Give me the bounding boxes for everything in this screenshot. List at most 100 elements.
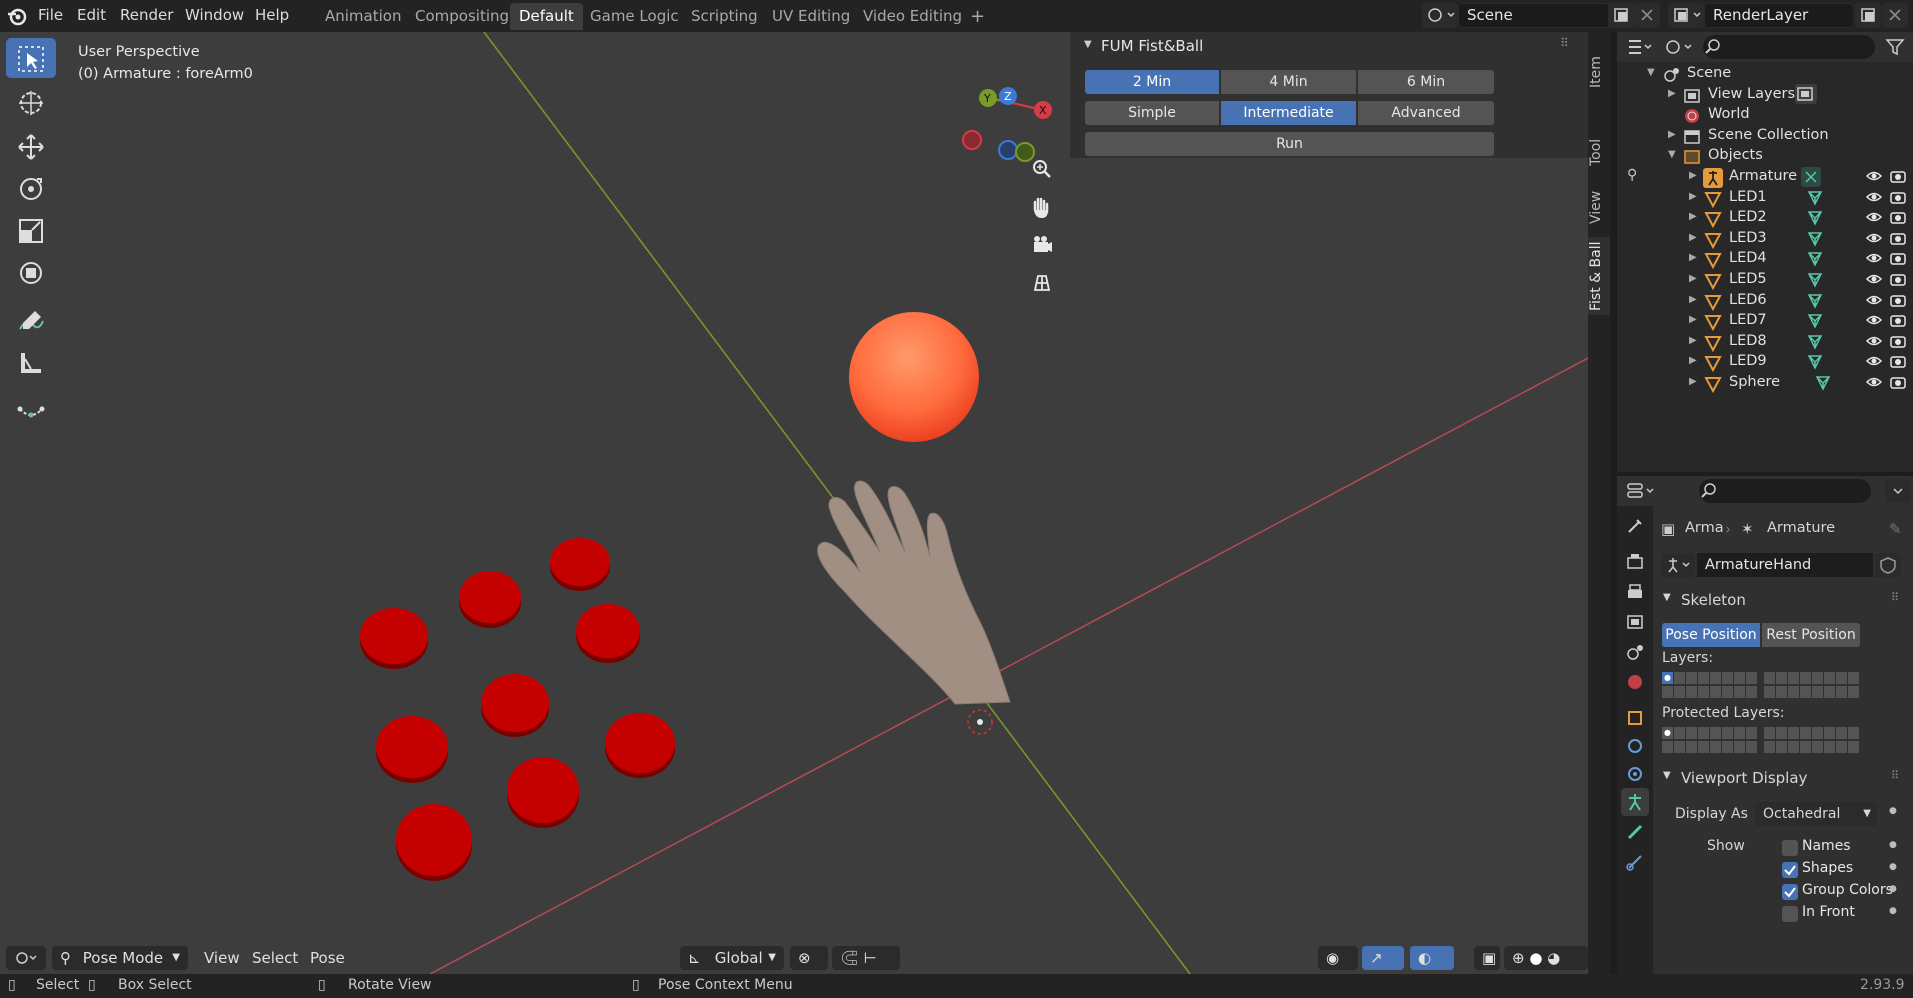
protected-layers-grid[interactable]: ● xyxy=(1662,727,1859,757)
collapse-triangle-icon[interactable]: ▼ xyxy=(1084,39,1092,50)
menu-select[interactable]: Select xyxy=(244,946,306,970)
layer-toggle[interactable] xyxy=(1722,741,1733,753)
material-shading-icon[interactable]: ◕ xyxy=(1547,949,1560,967)
layer-toggle[interactable] xyxy=(1698,686,1709,698)
filter-icon[interactable] xyxy=(1883,35,1909,59)
properties-editor-type-icon[interactable] xyxy=(1623,479,1659,503)
layer-toggle[interactable] xyxy=(1788,686,1799,698)
layer-toggle[interactable] xyxy=(1698,727,1709,739)
tab-game-logic[interactable]: Game Logic xyxy=(581,3,688,30)
mesh-data-icon[interactable] xyxy=(1805,208,1825,228)
expand-triangle-icon[interactable]: ▶ xyxy=(1689,314,1697,325)
expand-triangle-icon[interactable]: ▼ xyxy=(1647,67,1655,78)
annotate-tool[interactable] xyxy=(6,300,56,340)
measure-tool[interactable] xyxy=(6,342,56,382)
skeleton-panel-header[interactable]: ▼ Skeleton ⠿ xyxy=(1657,586,1913,616)
physics-properties-tab[interactable] xyxy=(1621,760,1649,788)
layer-toggle[interactable] xyxy=(1800,727,1811,739)
mesh-data-icon[interactable] xyxy=(1805,332,1825,352)
overlays-icon[interactable]: ◐ xyxy=(1410,946,1454,970)
duration-4min-button[interactable]: 4 Min xyxy=(1221,70,1356,94)
rest-position-button[interactable]: Rest Position xyxy=(1762,623,1860,647)
layer-toggle[interactable] xyxy=(1698,672,1709,684)
add-workspace-button[interactable]: + xyxy=(961,3,994,30)
layer-toggle[interactable] xyxy=(1734,741,1745,753)
layer-toggle[interactable] xyxy=(1776,672,1787,684)
layer-toggle[interactable] xyxy=(1836,672,1847,684)
layer-toggle[interactable] xyxy=(1824,686,1835,698)
layer-toggle[interactable] xyxy=(1776,727,1787,739)
layer-toggle[interactable] xyxy=(1686,686,1697,698)
layer-toggle[interactable] xyxy=(1848,741,1859,753)
view-layer-toggle-icon[interactable] xyxy=(1795,83,1817,104)
menu-help[interactable]: Help xyxy=(255,6,289,24)
checkbox-in-front[interactable] xyxy=(1782,906,1798,922)
layer-toggle[interactable] xyxy=(1848,672,1859,684)
camera-render-icon[interactable] xyxy=(1889,373,1907,395)
zoom-icon[interactable] xyxy=(1025,152,1059,186)
expand-triangle-icon[interactable]: ▶ xyxy=(1689,376,1697,387)
layer-toggle[interactable] xyxy=(1746,672,1757,684)
blender-logo-icon[interactable] xyxy=(6,5,28,27)
expand-triangle-icon[interactable]: ▶ xyxy=(1689,294,1697,305)
tab-scripting[interactable]: Scripting xyxy=(682,3,767,30)
duration-6min-button[interactable]: 6 Min xyxy=(1358,70,1494,94)
animate-property-icon[interactable]: ● xyxy=(1889,840,1897,850)
animate-property-icon[interactable]: ● xyxy=(1889,906,1897,916)
animate-property-icon[interactable]: ● xyxy=(1889,862,1897,872)
layer-toggle[interactable] xyxy=(1824,727,1835,739)
layer-toggle[interactable] xyxy=(1812,672,1823,684)
delete-view-layer-icon[interactable] xyxy=(1882,3,1908,28)
expand-triangle-icon[interactable]: ▶ xyxy=(1689,170,1697,181)
layer-toggle[interactable] xyxy=(1812,686,1823,698)
layer-toggle[interactable] xyxy=(1836,741,1847,753)
tool-properties-tab[interactable] xyxy=(1621,512,1649,540)
duration-2min-button[interactable]: 2 Min xyxy=(1085,70,1219,94)
delete-scene-icon[interactable] xyxy=(1634,3,1660,28)
layer-toggle[interactable] xyxy=(1746,727,1757,739)
pin-icon[interactable]: ✎ xyxy=(1889,520,1902,538)
view-layer-properties-tab[interactable] xyxy=(1621,608,1649,636)
drag-handle-icon[interactable]: ⠿ xyxy=(1891,591,1899,604)
bone-constraints-tab[interactable] xyxy=(1621,848,1649,876)
menu-file[interactable]: File xyxy=(38,6,63,24)
snap-icon[interactable]: 🧲︎ ⊢ xyxy=(832,946,900,970)
mesh-data-icon[interactable] xyxy=(1805,352,1825,372)
layer-toggle[interactable] xyxy=(1764,727,1775,739)
gizmo-toggle-icon[interactable]: ↗ xyxy=(1362,946,1404,970)
layer-toggle[interactable] xyxy=(1686,672,1697,684)
layer-toggle[interactable] xyxy=(1710,741,1721,753)
expand-triangle-icon[interactable]: ▶ xyxy=(1689,191,1697,202)
eye-icon[interactable] xyxy=(1865,373,1883,395)
layer-toggle[interactable] xyxy=(1674,686,1685,698)
tab-tool[interactable]: Tool xyxy=(1588,127,1610,177)
layer-toggle[interactable] xyxy=(1836,686,1847,698)
expand-triangle-icon[interactable]: ▶ xyxy=(1689,232,1697,243)
expand-triangle-icon[interactable]: ▶ xyxy=(1668,88,1676,99)
layer-toggle[interactable] xyxy=(1812,741,1823,753)
navigation-gizmo[interactable]: Y Z X xyxy=(960,54,1060,164)
properties-search-input[interactable] xyxy=(1699,479,1871,503)
transform-tool[interactable] xyxy=(6,252,56,292)
tab-uv-editing[interactable]: UV Editing xyxy=(763,3,859,30)
new-scene-icon[interactable] xyxy=(1608,3,1634,28)
pan-hand-icon[interactable] xyxy=(1025,190,1059,224)
layer-toggle[interactable] xyxy=(1722,686,1733,698)
outliner-row-sphere[interactable]: ▶ Sphere xyxy=(1617,371,1913,396)
solid-shading-icon[interactable]: ● xyxy=(1529,949,1542,967)
visibility-icon[interactable]: ◉ xyxy=(1318,946,1358,970)
transform-orientation-dropdown[interactable]: ⊾ Global ▼ xyxy=(680,946,784,970)
scene-name-field[interactable]: Scene xyxy=(1458,3,1610,28)
level-intermediate-button[interactable]: Intermediate xyxy=(1221,101,1356,125)
layer-toggle[interactable] xyxy=(1788,741,1799,753)
mesh-data-icon[interactable] xyxy=(1813,373,1833,393)
armature-data-tab[interactable] xyxy=(1621,788,1649,816)
outliner-search-input[interactable] xyxy=(1703,35,1875,59)
outliner-editor-type-icon[interactable] xyxy=(1623,35,1657,59)
expand-triangle-icon[interactable]: ▶ xyxy=(1668,129,1676,140)
menu-pose[interactable]: Pose xyxy=(302,946,353,970)
3d-viewport[interactable]: User Perspective (0) Armature : foreArm0… xyxy=(0,32,1590,974)
wireframe-shading-icon[interactable]: ⊕ xyxy=(1512,949,1525,967)
level-advanced-button[interactable]: Advanced xyxy=(1358,101,1494,125)
scene-selector-icon[interactable] xyxy=(1422,3,1458,28)
